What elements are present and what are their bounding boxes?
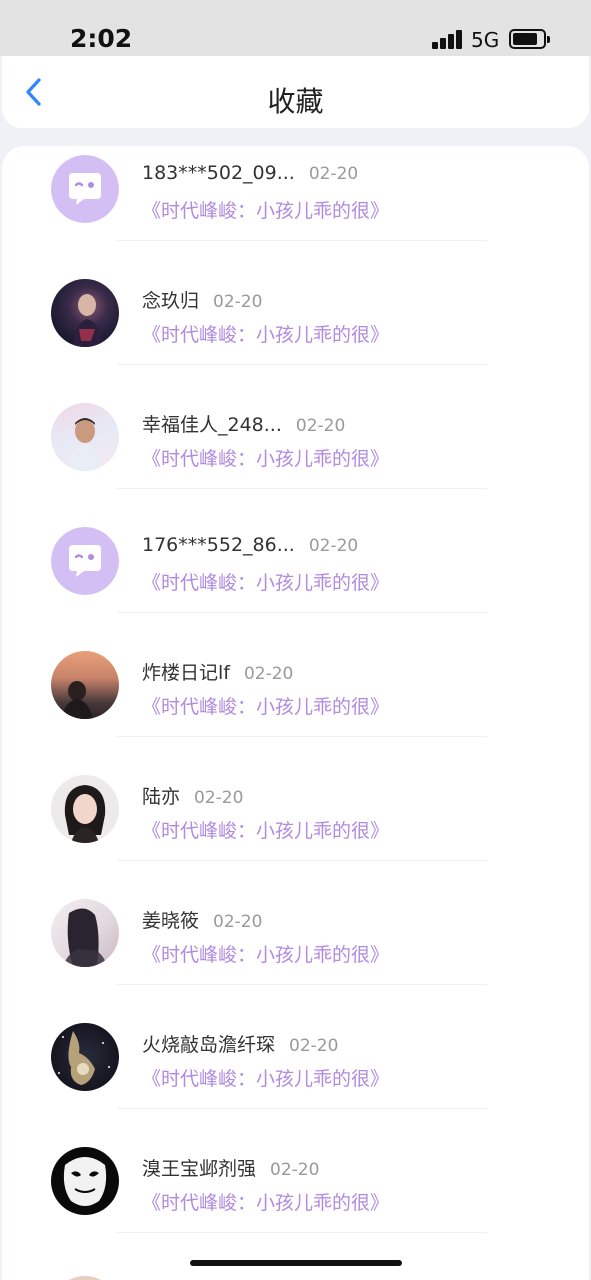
avatar-photo <box>58 1031 110 1085</box>
battery-icon <box>509 29 550 49</box>
item-date: 02-20 <box>213 912 263 932</box>
avatar <box>51 651 119 719</box>
list-item[interactable]: 姜晓筱 02-20 《时代峰峻：小孩儿乖的很》 <box>2 890 589 1014</box>
chat-bubble-icon <box>51 527 119 595</box>
item-username: 溴王宝邺剂强 <box>142 1158 257 1180</box>
divider <box>117 240 487 241</box>
avatar-photo <box>63 1157 107 1206</box>
divider <box>117 364 487 365</box>
avatar-photo <box>63 908 107 967</box>
divider <box>117 1108 487 1109</box>
list-item[interactable]: 176***552_86... 02-20 《时代峰峻：小孩儿乖的很》 <box>2 518 589 642</box>
item-date: 02-20 <box>213 292 263 312</box>
item-date: 02-20 <box>194 788 244 808</box>
item-username: 176***552_86... <box>142 534 295 556</box>
item-book-title: 《时代峰峻：小孩儿乖的很》 <box>142 572 390 594</box>
item-book-title: 《时代峰峻：小孩儿乖的很》 <box>142 944 390 966</box>
divider <box>117 488 487 489</box>
avatar-photo <box>64 785 106 843</box>
status-bar: 2:02 5G <box>0 0 591 56</box>
avatar <box>51 527 119 595</box>
avatar <box>51 899 119 967</box>
item-date: 02-20 <box>289 1036 339 1056</box>
item-book-title: 《时代峰峻：小孩儿乖的很》 <box>142 820 390 842</box>
item-username: 183***502_09... <box>142 162 295 184</box>
item-book-title: 《时代峰峻：小孩儿乖的很》 <box>142 200 390 222</box>
item-username: 炸楼日记lf <box>142 662 230 684</box>
status-time: 2:02 <box>70 24 133 53</box>
item-username: 陆亦 <box>142 786 181 808</box>
favorites-list: 183***502_09... 02-20 《时代峰峻：小孩儿乖的很》 念玖归 02… <box>2 146 589 1280</box>
signal-icon <box>432 29 464 49</box>
item-book-title: 《时代峰峻：小孩儿乖的很》 <box>142 1068 390 1090</box>
item-book-title: 《时代峰峻：小孩儿乖的很》 <box>142 696 390 718</box>
list-item[interactable]: 183***502_09... 02-20 《时代峰峻：小孩儿乖的很》 <box>2 146 589 270</box>
item-date: 02-20 <box>243 664 294 684</box>
item-username: 姜晓筱 <box>142 910 200 932</box>
network-label: 5G <box>471 28 500 52</box>
divider <box>117 612 487 613</box>
nav-bar: 收藏 <box>2 56 589 128</box>
avatar-photo <box>73 294 103 347</box>
item-date: 02-20 <box>308 164 359 184</box>
divider <box>117 1232 487 1233</box>
page-title: 收藏 <box>267 85 324 118</box>
item-username: 幸福佳人_248... <box>142 414 282 436</box>
divider <box>117 736 487 737</box>
list-item[interactable]: 陆亦 02-20 《时代峰峻：小孩儿乖的很》 <box>2 766 589 890</box>
avatar <box>51 155 119 223</box>
item-date: 02-20 <box>308 536 359 556</box>
list-item[interactable]: 火烧敲岛澹纤琛 02-20 《时代峰峻：小孩儿乖的很》 <box>2 1014 589 1138</box>
avatar <box>51 1276 119 1280</box>
avatar <box>51 403 119 471</box>
avatar <box>51 279 119 347</box>
item-book-title: 《时代峰峻：小孩儿乖的很》 <box>142 448 390 470</box>
avatar-photo <box>67 418 103 471</box>
item-book-title: 《时代峰峻：小孩儿乖的很》 <box>142 324 390 346</box>
list-item[interactable]: 念玖归 02-20 《时代峰峻：小孩儿乖的很》 <box>2 270 589 394</box>
list-item[interactable]: 幸福佳人_248... 02-20 《时代峰峻：小孩儿乖的很》 <box>2 394 589 518</box>
divider <box>117 860 487 861</box>
item-date: 02-20 <box>295 416 346 436</box>
item-username: 火烧敲岛澹纤琛 <box>142 1034 276 1056</box>
list-item[interactable]: 炸楼日记lf 02-20 《时代峰峻：小孩儿乖的很》 <box>2 642 589 766</box>
list-item[interactable]: 溴王宝邺剂强 02-20 《时代峰峻：小孩儿乖的很》 <box>2 1138 589 1262</box>
item-book-title: 《时代峰峻：小孩儿乖的很》 <box>142 1192 390 1214</box>
item-username: 念玖归 <box>142 290 200 312</box>
avatar <box>51 1147 119 1215</box>
avatar-photo <box>61 681 93 719</box>
avatar <box>51 1023 119 1091</box>
divider <box>117 984 487 985</box>
chat-bubble-icon <box>51 155 119 223</box>
item-date: 02-20 <box>270 1160 320 1180</box>
avatar <box>51 775 119 843</box>
home-indicator[interactable] <box>190 1260 402 1266</box>
